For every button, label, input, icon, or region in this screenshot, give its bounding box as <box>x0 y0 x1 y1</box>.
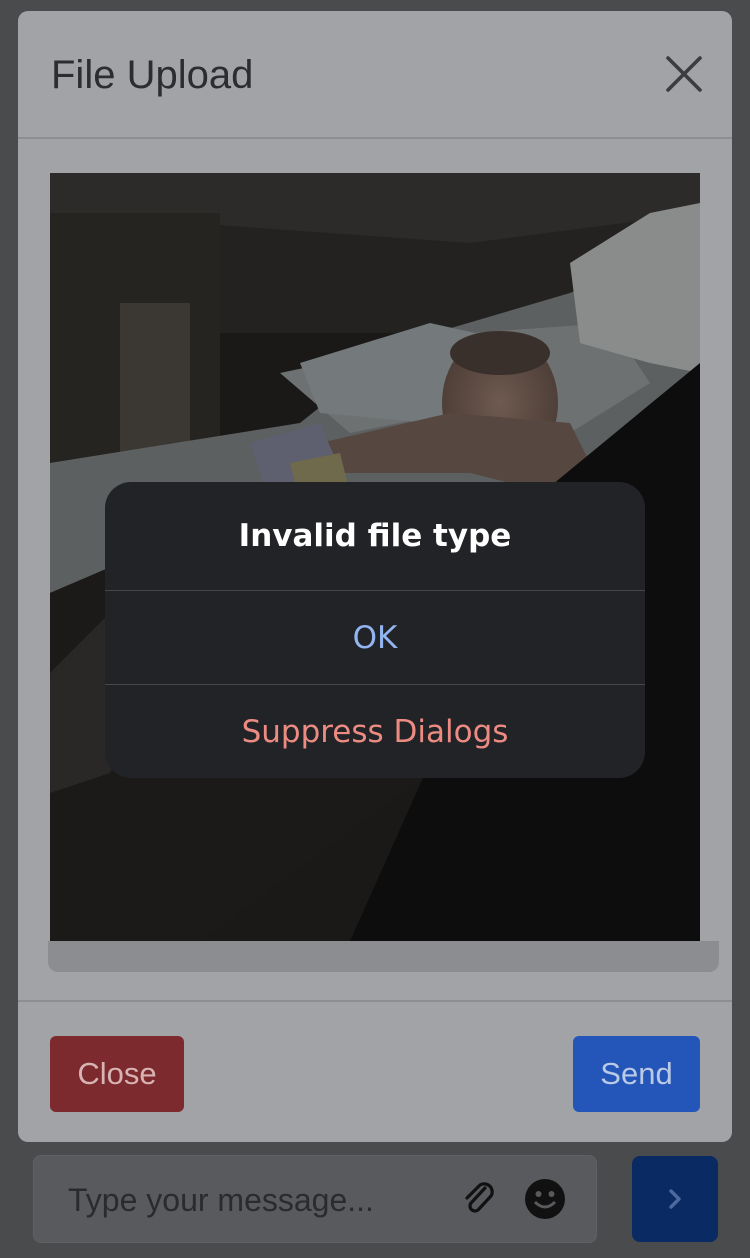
alert-title: Invalid file type <box>105 482 645 591</box>
modal-title: File Upload <box>51 53 254 97</box>
modal-header: File Upload <box>18 11 732 139</box>
send-button[interactable]: Send <box>573 1036 700 1112</box>
alert-dialog: Invalid file type OK Suppress Dialogs <box>105 482 645 778</box>
ok-button[interactable]: OK <box>105 591 645 685</box>
close-icon[interactable] <box>664 54 704 94</box>
emoji-icon[interactable] <box>524 1178 566 1220</box>
chevron-right-icon <box>669 1189 681 1209</box>
paperclip-icon[interactable] <box>458 1178 498 1218</box>
close-button[interactable]: Close <box>50 1036 184 1112</box>
modal-footer: Close Send <box>18 1000 732 1142</box>
suppress-dialogs-button[interactable]: Suppress Dialogs <box>105 685 645 778</box>
send-message-button[interactable] <box>632 1156 718 1242</box>
message-input[interactable]: Type your message... <box>68 1182 374 1219</box>
message-composer: Type your message... <box>33 1155 597 1243</box>
upload-progress-bar <box>48 941 719 972</box>
